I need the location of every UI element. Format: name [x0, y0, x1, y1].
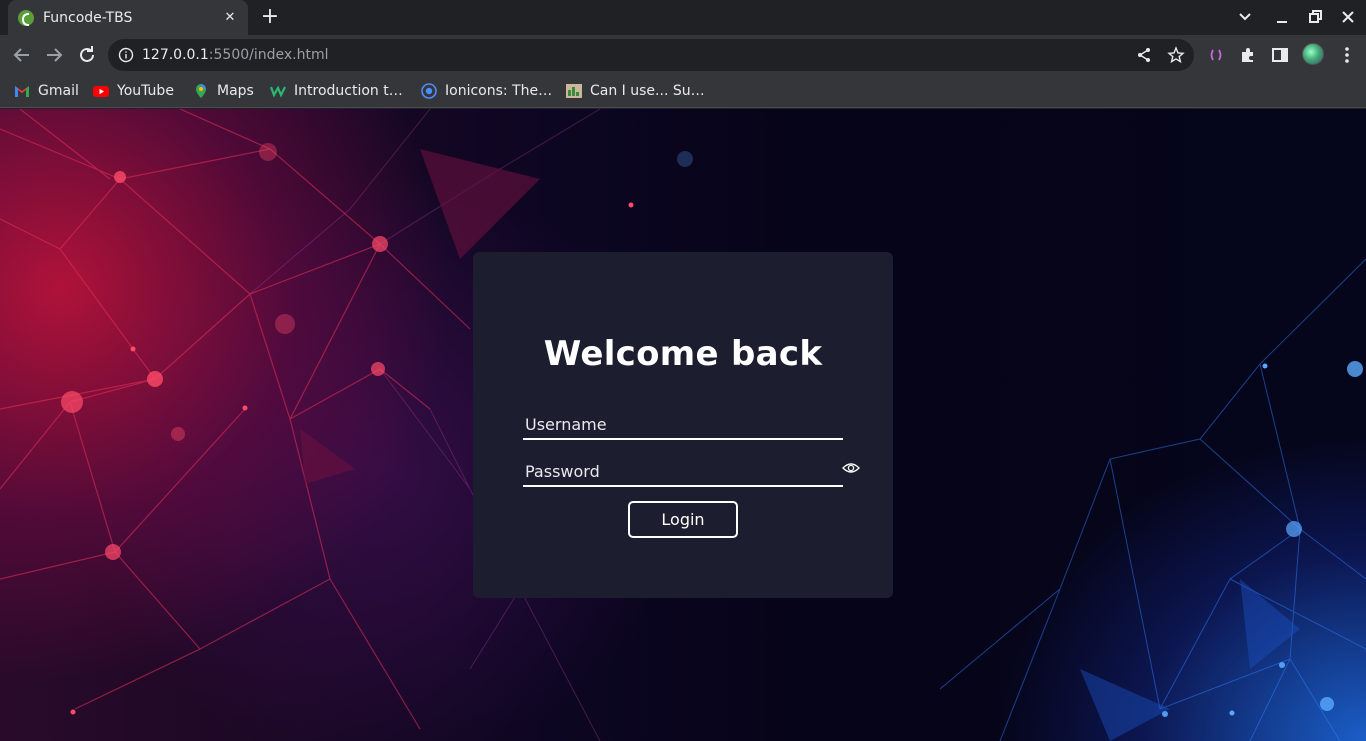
- tab-title: Funcode-TBS: [43, 9, 133, 26]
- login-button[interactable]: Login: [628, 501, 738, 538]
- browser-toolbar: 127.0.0.1:5500/index.html: [0, 35, 1366, 75]
- password-input[interactable]: [523, 457, 843, 485]
- eye-icon[interactable]: [842, 461, 860, 475]
- username-field-wrapper: [523, 410, 843, 440]
- bookmark-caniuse[interactable]: Can I use... Su…: [566, 81, 705, 101]
- profile-avatar[interactable]: [1302, 43, 1324, 65]
- address-bar[interactable]: 127.0.0.1:5500/index.html: [108, 39, 1194, 71]
- page-title: Welcome back: [543, 334, 823, 374]
- gmail-icon: [15, 86, 29, 97]
- bookmark-label: YouTube: [117, 83, 174, 99]
- login-card: Welcome back Login: [473, 252, 893, 598]
- menu-kebab-icon[interactable]: [1337, 45, 1357, 65]
- browser-tab[interactable]: Funcode-TBS ✕: [8, 0, 248, 35]
- password-field-wrapper: [523, 457, 843, 487]
- site-info-icon[interactable]: [118, 47, 134, 63]
- close-window-icon[interactable]: [1338, 8, 1358, 26]
- bookmark-star-icon[interactable]: [1167, 46, 1185, 64]
- bookmark-ionicons[interactable]: Ionicons: The…: [421, 81, 552, 101]
- restore-icon[interactable]: [1305, 8, 1325, 26]
- maps-icon: [196, 84, 206, 98]
- side-panel-icon[interactable]: [1270, 45, 1290, 65]
- url-path: :5500/index.html: [208, 47, 329, 63]
- new-tab-button[interactable]: +: [259, 5, 281, 29]
- bookmark-label: Ionicons: The…: [445, 83, 553, 99]
- minimize-icon[interactable]: [1272, 8, 1292, 26]
- bookmark-gmail[interactable]: Gmail: [14, 81, 79, 101]
- share-icon[interactable]: [1135, 46, 1153, 64]
- bookmarks-bar: Gmail YouTube Maps Introduction t… Ionic…: [0, 75, 1366, 108]
- bookmark-introduction[interactable]: Introduction t…: [270, 81, 403, 101]
- ionicons-icon: [421, 83, 437, 99]
- tab-search-icon[interactable]: [1235, 8, 1255, 26]
- tab-strip: Funcode-TBS ✕ +: [0, 0, 1366, 35]
- w-icon: [270, 85, 286, 98]
- page-viewport: Welcome back Login: [0, 109, 1366, 741]
- reload-icon[interactable]: [75, 43, 99, 67]
- close-tab-icon[interactable]: ✕: [222, 10, 238, 25]
- extensions-puzzle-icon[interactable]: [1238, 45, 1258, 65]
- caniuse-icon: [566, 84, 582, 98]
- youtube-icon: [93, 86, 109, 97]
- extension-brackets-icon[interactable]: [1206, 45, 1226, 65]
- bookmark-label: Can I use... Su…: [590, 83, 705, 99]
- bookmark-label: Gmail: [38, 83, 79, 99]
- url-host: 127.0.0.1: [142, 47, 209, 63]
- username-input[interactable]: [523, 410, 843, 438]
- forward-arrow-icon[interactable]: [42, 43, 66, 67]
- bookmark-label: Maps: [217, 83, 254, 99]
- back-arrow-icon[interactable]: [10, 43, 34, 67]
- funcode-icon: [18, 9, 34, 26]
- bookmark-maps[interactable]: Maps: [193, 81, 254, 101]
- url-text[interactable]: 127.0.0.1:5500/index.html: [142, 47, 329, 63]
- bookmark-youtube[interactable]: YouTube: [93, 81, 174, 101]
- bookmark-label: Introduction t…: [294, 83, 403, 99]
